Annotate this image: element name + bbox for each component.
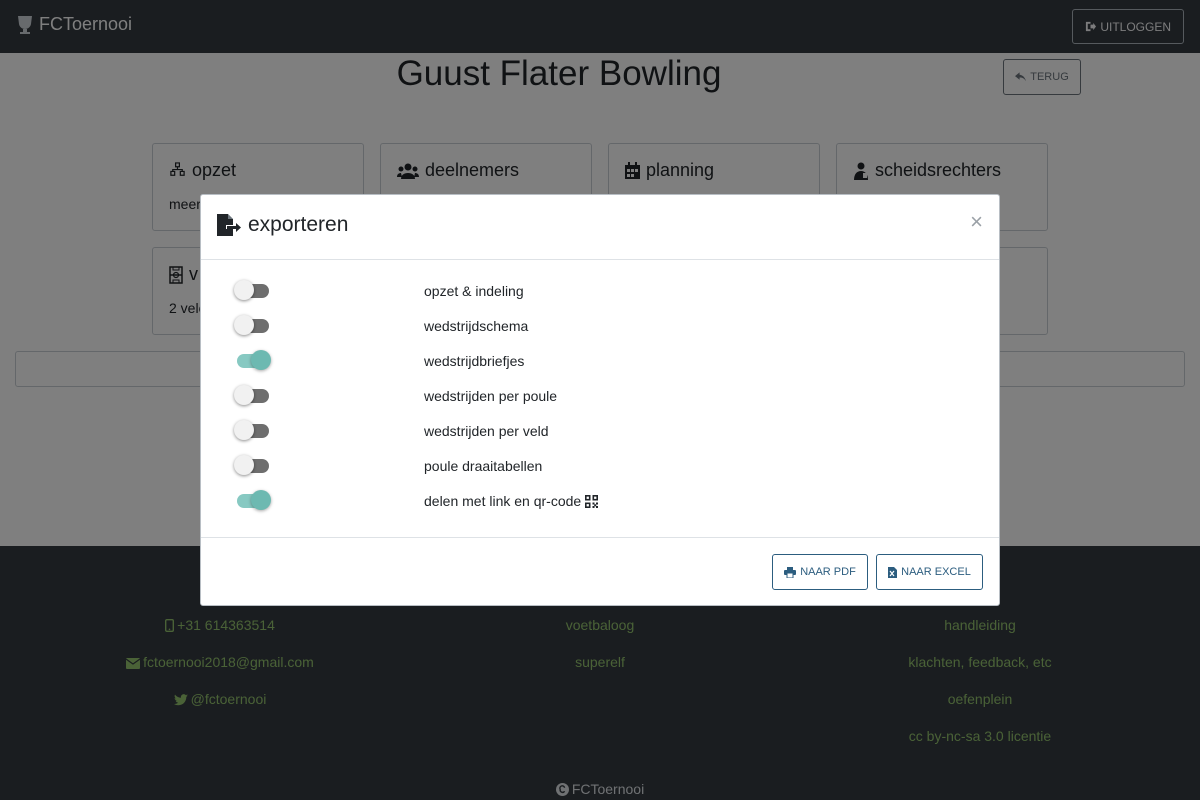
export-option-per-poule: wedstrijden per poule (201, 380, 999, 415)
option-label-text: poule draaitabellen (424, 458, 543, 474)
option-label[interactable]: wedstrijden per veld (424, 423, 549, 439)
switch-knob (234, 455, 254, 475)
export-option-per-veld: wedstrijden per veld (201, 415, 999, 450)
switch-knob (251, 350, 271, 370)
export-option-opzet: opzet & indeling (201, 275, 999, 310)
option-label[interactable]: wedstrijdbriefjes (424, 353, 524, 369)
close-icon[interactable]: × (970, 211, 983, 233)
option-label[interactable]: opzet & indeling (424, 283, 524, 299)
switch-knob (234, 420, 254, 440)
excel-label: naar excel (901, 566, 971, 578)
toggle-switch[interactable] (237, 490, 271, 510)
export-pdf-button[interactable]: naar pdf (772, 554, 868, 590)
export-option-wedstrijdbriefjes: wedstrijdbriefjes (201, 345, 999, 380)
file-excel-icon (888, 566, 898, 578)
switch-knob (234, 315, 254, 335)
switch-knob (251, 490, 271, 510)
export-option-qr-code: delen met link en qr-code (201, 485, 999, 520)
modal-header: exporteren × (201, 195, 999, 260)
export-excel-button[interactable]: naar excel (876, 554, 983, 590)
switch-knob (234, 280, 254, 300)
option-label-text: opzet & indeling (424, 283, 524, 299)
modal-title: exporteren (217, 213, 348, 237)
switch-knob (234, 385, 254, 405)
option-label-text: wedstrijdschema (424, 318, 529, 334)
option-label[interactable]: wedstrijden per poule (424, 388, 557, 404)
toggle-switch[interactable] (234, 315, 269, 335)
toggle-switch[interactable] (234, 455, 269, 475)
modal-footer: naar pdf naar excel (201, 537, 999, 606)
toggle-switch[interactable] (234, 385, 269, 405)
option-label-text: wedstrijden per veld (424, 423, 549, 439)
modal-title-text: exporteren (248, 213, 349, 236)
toggle-switch[interactable] (234, 280, 269, 300)
toggle-switch[interactable] (234, 420, 269, 440)
file-export-icon (217, 214, 241, 236)
print-icon (784, 566, 797, 578)
export-modal: exporteren × opzet & indeling wedstrijds… (200, 194, 1000, 606)
toggle-switch[interactable] (237, 350, 271, 370)
option-label-text: delen met link en qr-code (424, 493, 582, 509)
option-label[interactable]: delen met link en qr-code (424, 493, 599, 509)
option-label-text: wedstrijdbriefjes (424, 353, 525, 369)
export-option-draaitabellen: poule draaitabellen (201, 450, 999, 485)
export-option-wedstrijdschema: wedstrijdschema (201, 310, 999, 345)
option-label[interactable]: poule draaitabellen (424, 458, 542, 474)
qrcode-icon (585, 494, 599, 508)
pdf-label: naar pdf (800, 566, 856, 578)
option-label-text: wedstrijden per poule (424, 388, 558, 404)
option-label[interactable]: wedstrijdschema (424, 318, 528, 334)
